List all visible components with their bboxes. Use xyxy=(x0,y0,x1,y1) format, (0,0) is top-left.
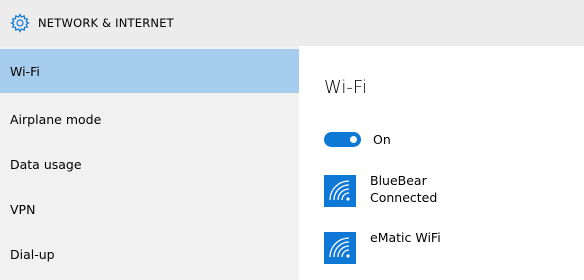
wifi-toggle-switch[interactable] xyxy=(324,132,361,147)
sidebar-item-label: VPN xyxy=(10,202,36,217)
page-title: Wi-Fi xyxy=(324,77,367,98)
network-item-ematic-wifi[interactable]: eMatic WiFi xyxy=(324,230,574,270)
network-name: BlueBear xyxy=(370,173,427,188)
sidebar-nav: Wi-Fi Airplane mode Data usage VPN Dial-… xyxy=(0,46,299,280)
sidebar-item-label: Data usage xyxy=(10,157,82,172)
sidebar-item-label: Wi-Fi xyxy=(10,64,40,79)
network-item-bluebear[interactable]: BlueBear Connected xyxy=(324,173,574,213)
network-status: Connected xyxy=(370,190,438,205)
network-name: eMatic WiFi xyxy=(370,230,441,245)
sidebar-item-dial-up[interactable]: Dial-up xyxy=(0,232,299,276)
main-content: Wi-Fi On BlueBear Connected eMatic WiFi xyxy=(299,46,584,280)
toggle-knob xyxy=(350,136,357,143)
sidebar-item-wifi[interactable]: Wi-Fi xyxy=(0,49,299,93)
wifi-signal-icon xyxy=(324,232,356,264)
sidebar-item-airplane-mode[interactable]: Airplane mode xyxy=(0,97,299,141)
wifi-toggle-label: On xyxy=(373,132,391,147)
header-bar: NETWORK & INTERNET xyxy=(0,0,584,46)
wifi-signal-icon xyxy=(324,175,356,207)
sidebar-item-data-usage[interactable]: Data usage xyxy=(0,142,299,186)
page-header-title: NETWORK & INTERNET xyxy=(38,16,174,30)
sidebar-item-label: Airplane mode xyxy=(10,112,102,127)
sidebar-item-vpn[interactable]: VPN xyxy=(0,187,299,231)
gear-icon xyxy=(10,13,30,33)
sidebar-item-label: Dial-up xyxy=(10,247,55,262)
